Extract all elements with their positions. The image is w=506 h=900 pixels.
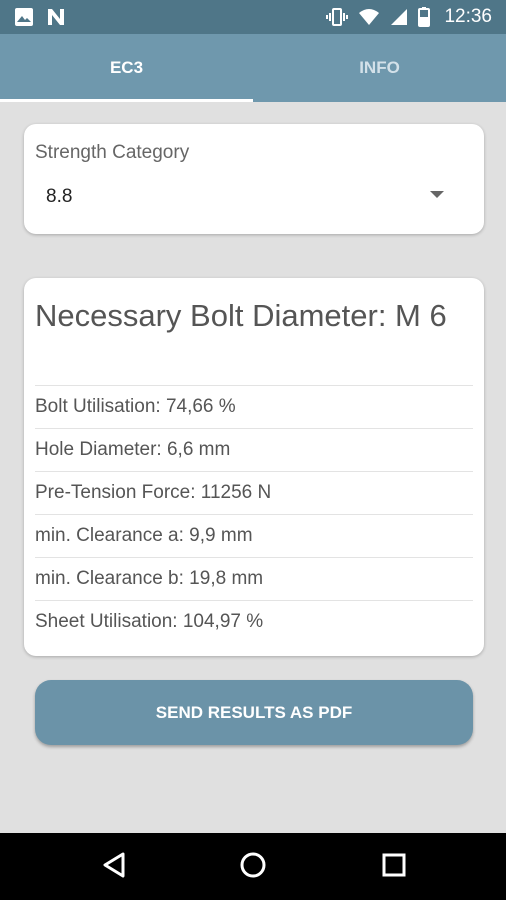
- strength-category-label: Strength Category: [35, 142, 190, 163]
- result-sheet-utilisation: Sheet Utilisation: 104,97 %: [35, 600, 473, 643]
- signal-icon: [391, 9, 408, 25]
- tab-ec3-label: EC3: [109, 58, 144, 77]
- tab-info[interactable]: INFO: [253, 34, 506, 102]
- results-card: Necessary Bolt Diameter: M 6 Bolt Utilis…: [24, 278, 484, 656]
- home-icon[interactable]: [239, 851, 267, 879]
- tab-bar: EC3 INFO: [0, 34, 506, 102]
- bolt-diameter-title: Necessary Bolt Diameter: M 6: [35, 298, 447, 333]
- wifi-icon: [359, 9, 380, 25]
- result-bolt-utilisation: Bolt Utilisation: 74,66 %: [35, 385, 473, 428]
- result-clearance-a: min. Clearance a: 9,9 mm: [35, 514, 473, 557]
- tab-indicator: [0, 99, 253, 102]
- navigation-bar: [0, 833, 506, 900]
- result-pre-tension-force: Pre-Tension Force: 11256 N: [35, 471, 473, 514]
- n-icon: [48, 9, 64, 25]
- status-time: 12:36: [444, 6, 492, 27]
- strength-category-select[interactable]: Strength Category 8.8: [24, 124, 484, 234]
- status-bar: 12:36: [0, 0, 506, 34]
- tab-ec3[interactable]: EC3: [0, 34, 253, 102]
- image-icon: [15, 8, 33, 26]
- recents-icon[interactable]: [381, 851, 407, 879]
- send-results-pdf-button[interactable]: SEND RESULTS AS PDF: [35, 680, 473, 745]
- back-icon[interactable]: [101, 851, 127, 879]
- battery-icon: [418, 7, 431, 27]
- vibrate-icon: [326, 8, 349, 26]
- result-hole-diameter: Hole Diameter: 6,6 mm: [35, 428, 473, 471]
- strength-category-value: 8.8: [46, 186, 73, 207]
- tab-info-label: INFO: [359, 58, 400, 77]
- dropdown-arrow-icon[interactable]: [430, 191, 444, 199]
- results-list: Bolt Utilisation: 74,66 % Hole Diameter:…: [35, 385, 473, 643]
- result-clearance-b: min. Clearance b: 19,8 mm: [35, 557, 473, 600]
